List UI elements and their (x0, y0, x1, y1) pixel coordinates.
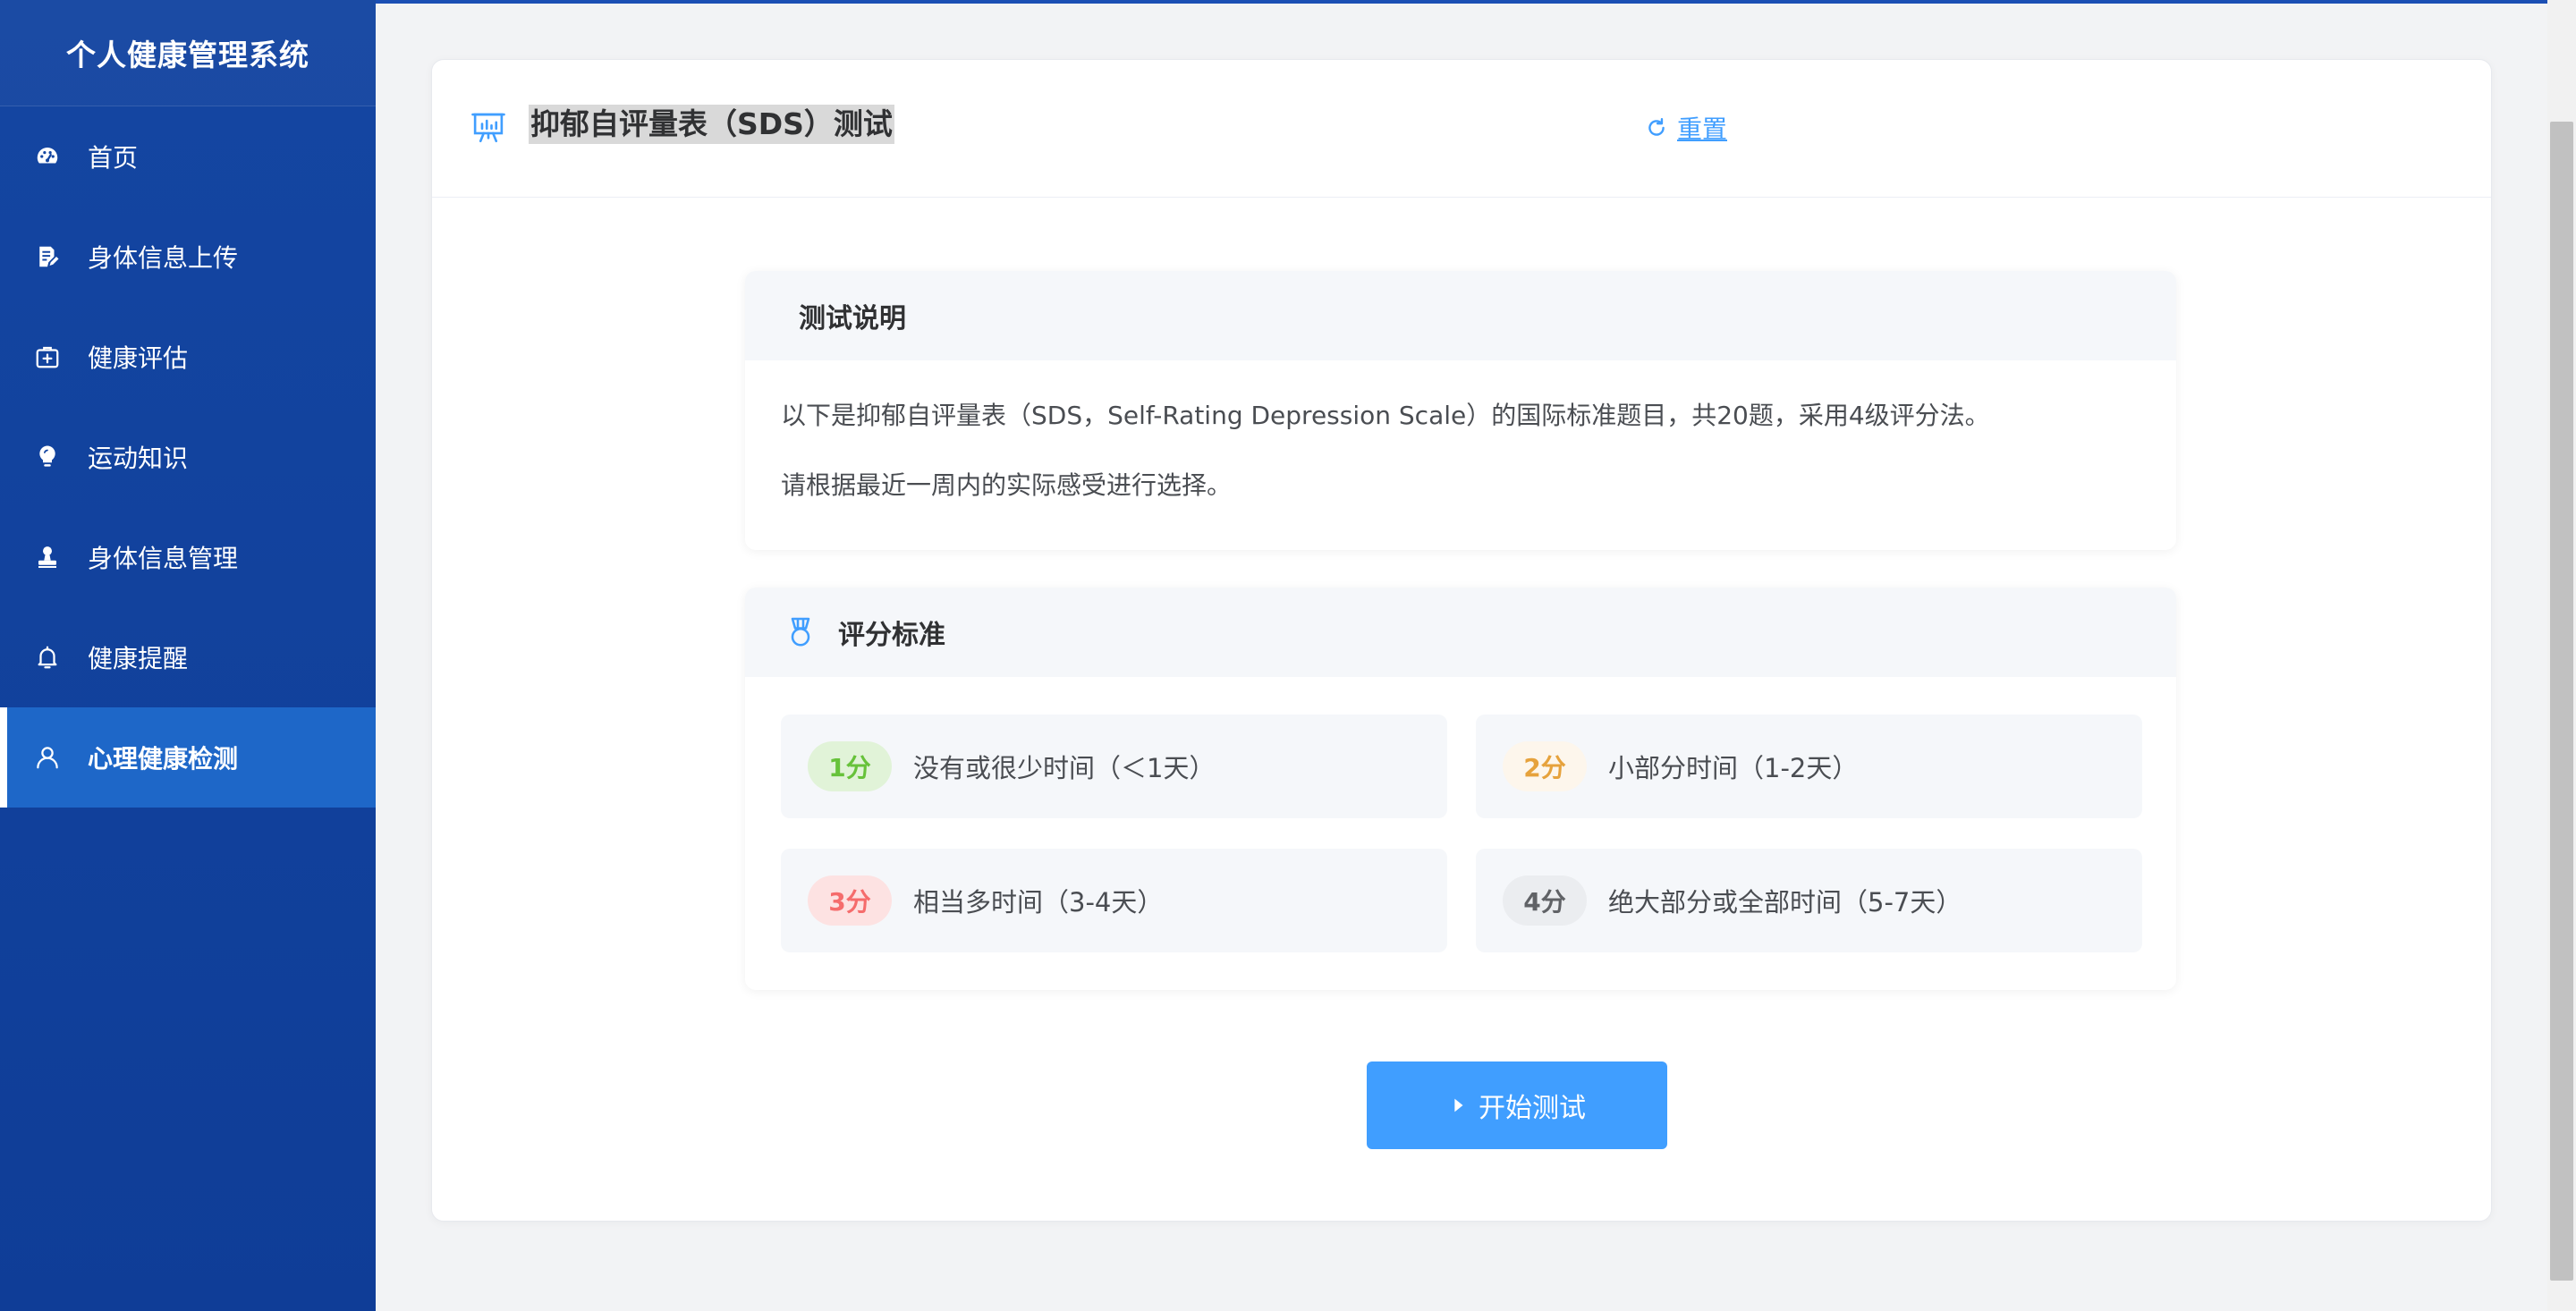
reset-button[interactable]: 重置 (1645, 110, 1727, 146)
scoring-grid: 1分 没有或很少时间（＜1天） 2分 小部分时间（1-2天） 3分 相当多时间（… (781, 715, 2142, 952)
sidebar-item-mental-health-test[interactable]: 心理健康检测 (0, 707, 376, 808)
medal-icon (784, 616, 817, 648)
score-description: 绝大部分或全部时间（5-7天） (1608, 887, 1962, 918)
presentation-chart-icon (470, 108, 507, 146)
instructions-line-1: 以下是抑郁自评量表（SDS，Self-Rating Depression Sca… (781, 401, 1990, 430)
start-test-label: 开始测试 (1479, 1093, 1586, 1124)
score-item-1: 1分 没有或很少时间（＜1天） (781, 715, 1447, 818)
score-item-2: 2分 小部分时间（1-2天） (1476, 715, 2142, 818)
sidebar-item-label: 首页 (88, 143, 139, 173)
sidebar-item-label: 健康提醒 (88, 644, 189, 673)
sidebar-item-label: 身体信息上传 (88, 243, 239, 273)
instructions-title: 测试说明 (799, 303, 906, 334)
stamp-icon (32, 542, 63, 572)
instructions-line-2: 请根据最近一周内的实际感受进行选择。 (781, 470, 1233, 500)
sidebar-item-label: 运动知识 (88, 444, 189, 473)
top-accent-bar (376, 0, 2547, 4)
card-header: 抑郁自评量表（SDS）测试 重置 (432, 60, 2491, 198)
sidebar-item-body-info-upload[interactable]: 身体信息上传 (0, 207, 376, 307)
score-badge: 2分 (1503, 741, 1587, 791)
bell-icon (32, 642, 63, 672)
sidebar-item-exercise-knowledge[interactable]: 运动知识 (0, 407, 376, 507)
score-item-4: 4分 绝大部分或全部时间（5-7天） (1476, 849, 2142, 952)
dashboard-icon (32, 141, 63, 172)
instructions-body: 以下是抑郁自评量表（SDS，Self-Rating Depression Sca… (745, 360, 2176, 541)
refresh-icon (1645, 116, 1668, 140)
lightbulb-icon (32, 442, 63, 472)
sidebar-item-label: 健康评估 (88, 343, 189, 373)
score-item-3: 3分 相当多时间（3-4天） (781, 849, 1447, 952)
score-description: 小部分时间（1-2天） (1608, 753, 1859, 783)
scoring-title: 评分标准 (838, 620, 945, 651)
sidebar-item-label: 身体信息管理 (88, 544, 239, 573)
score-description: 没有或很少时间（＜1天） (913, 753, 1216, 783)
instructions-header: 测试说明 (745, 271, 2176, 360)
scrollbar-thumb[interactable] (2550, 122, 2573, 1281)
score-badge: 1分 (808, 741, 892, 791)
sidebar-item-health-assessment[interactable]: 健康评估 (0, 307, 376, 407)
page-scrollbar[interactable] (2547, 0, 2576, 1311)
medical-box-icon (32, 342, 63, 372)
score-badge: 4分 (1503, 875, 1587, 926)
score-description: 相当多时间（3-4天） (913, 887, 1164, 918)
test-card: 抑郁自评量表（SDS）测试 重置 测试说明 以下是抑郁自评量表（SDS，Self… (431, 59, 2492, 1222)
instructions-panel: 测试说明 以下是抑郁自评量表（SDS，Self-Rating Depressio… (745, 271, 2176, 550)
sidebar-item-health-reminder[interactable]: 健康提醒 (0, 607, 376, 707)
caret-right-icon (1448, 1095, 1468, 1115)
sidebar-menu: 首页 身体信息上传 健康评估 运动知识 身体信息管理 健康提醒 心理健康检测 (0, 106, 376, 808)
document-edit-icon (32, 241, 63, 272)
sidebar-item-label: 心理健康检测 (88, 744, 239, 774)
sidebar: 个人健康管理系统 首页 身体信息上传 健康评估 运动知识 身体信息管理 健康提醒… (0, 0, 376, 1311)
start-test-button[interactable]: 开始测试 (1367, 1061, 1667, 1149)
user-icon (32, 742, 63, 773)
sidebar-item-body-info-management[interactable]: 身体信息管理 (0, 507, 376, 607)
reset-label: 重置 (1677, 114, 1728, 144)
scoring-panel: 评分标准 1分 没有或很少时间（＜1天） 2分 小部分时间（1-2天） 3分 相… (745, 588, 2176, 990)
main-content: 抑郁自评量表（SDS）测试 重置 测试说明 以下是抑郁自评量表（SDS，Self… (376, 0, 2547, 1311)
scoring-body: 1分 没有或很少时间（＜1天） 2分 小部分时间（1-2天） 3分 相当多时间（… (745, 677, 2176, 990)
score-badge: 3分 (808, 875, 892, 926)
scoring-header: 评分标准 (745, 588, 2176, 677)
page-title: 抑郁自评量表（SDS）测试 (529, 105, 894, 144)
app-root: 个人健康管理系统 首页 身体信息上传 健康评估 运动知识 身体信息管理 健康提醒… (0, 0, 2576, 1311)
sidebar-item-home[interactable]: 首页 (0, 106, 376, 207)
app-title: 个人健康管理系统 (0, 0, 376, 106)
